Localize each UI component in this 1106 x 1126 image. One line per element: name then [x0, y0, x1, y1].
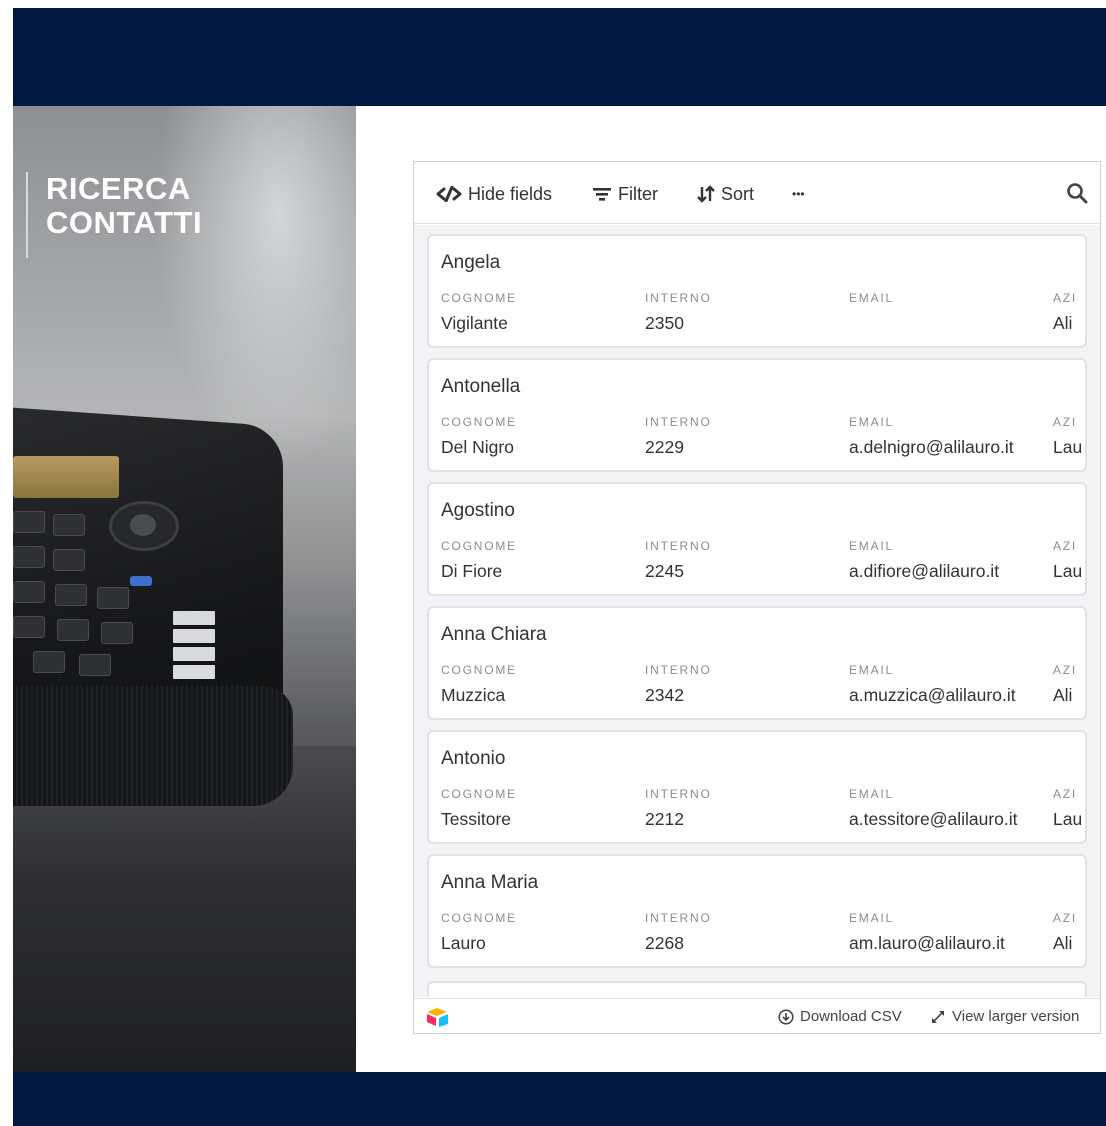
interno-value: 2229	[645, 437, 684, 457]
sort-icon	[697, 185, 715, 203]
contact-name: Antonella	[441, 376, 521, 397]
azienda-label: AZI	[1053, 291, 1078, 305]
search-button[interactable]	[1066, 182, 1088, 209]
more-options-label: •••	[792, 187, 805, 201]
sort-label: Sort	[721, 183, 755, 204]
download-csv-link[interactable]: Download CSV	[778, 1008, 902, 1025]
airtable-logo-icon[interactable]	[426, 1007, 450, 1032]
footer-band	[13, 1072, 1106, 1126]
cognome-value: Lauro	[441, 933, 486, 953]
filter-label: Filter	[618, 183, 658, 204]
azienda-label: AZI	[1053, 787, 1078, 801]
cognome-label: COGNOME	[441, 663, 517, 677]
contacts-embed: Hide fields Filter Sort ••• Angela COGNO…	[413, 161, 1101, 1034]
interno-label: INTERNO	[645, 291, 712, 305]
azienda-label: AZI	[1053, 539, 1078, 553]
azienda-value: Lau	[1053, 809, 1083, 829]
header-band	[13, 8, 1106, 106]
azienda-value: Lau	[1053, 437, 1083, 457]
cognome-value: Di Fiore	[441, 561, 503, 581]
interno-value: 2268	[645, 933, 684, 953]
list-item[interactable]: Agostino COGNOME INTERNO EMAIL AZI Di Fi…	[427, 482, 1087, 596]
filter-icon	[593, 188, 611, 201]
list-item[interactable]: Antonella COGNOME INTERNO EMAIL AZI Del …	[427, 358, 1087, 472]
page-title-line-1: RICERCA	[46, 171, 191, 206]
search-icon	[1067, 183, 1088, 204]
embed-footer: Download CSV View larger version	[414, 998, 1100, 1033]
cognome-value: Tessitore	[441, 809, 512, 829]
interno-value: 2350	[645, 313, 684, 333]
email-value: a.difiore@alilauro.it	[849, 561, 1000, 581]
view-toolbar: Hide fields Filter Sort •••	[414, 162, 1100, 224]
cognome-label: COGNOME	[441, 291, 517, 305]
view-larger-link[interactable]: View larger version	[930, 1008, 1079, 1025]
filter-button[interactable]: Filter	[592, 182, 658, 206]
interno-label: INTERNO	[645, 787, 712, 801]
list-item[interactable]: Anna Chiara COGNOME INTERNO EMAIL AZI Mu…	[427, 606, 1087, 720]
email-value: am.lauro@alilauro.it	[849, 933, 1005, 953]
email-value: a.muzzica@alilauro.it	[849, 685, 1016, 705]
email-label: EMAIL	[849, 415, 895, 429]
hide-fields-label: Hide fields	[468, 183, 553, 204]
interno-label: INTERNO	[645, 663, 712, 677]
azienda-value: Ali	[1053, 685, 1073, 705]
page-title: RICERCA CONTATTI	[26, 172, 202, 258]
cognome-label: COGNOME	[441, 415, 517, 429]
interno-label: INTERNO	[645, 539, 712, 553]
azienda-value: Ali	[1053, 313, 1073, 333]
interno-value: 2342	[645, 685, 684, 705]
interno-label: INTERNO	[645, 415, 712, 429]
contact-name: Anna Maria	[441, 872, 539, 893]
cognome-label: COGNOME	[441, 911, 517, 925]
interno-label: INTERNO	[645, 911, 712, 925]
download-csv-label: Download CSV	[800, 1008, 902, 1025]
hide-fields-button[interactable]: Hide fields	[436, 182, 552, 206]
cognome-label: COGNOME	[441, 539, 517, 553]
download-icon	[778, 1008, 794, 1025]
list-item[interactable]: Anna Maria COGNOME INTERNO EMAIL AZI Lau…	[427, 854, 1087, 968]
contact-name: Angela	[441, 252, 501, 273]
interno-value: 2212	[645, 809, 684, 829]
cognome-value: Vigilante	[441, 313, 508, 333]
azienda-label: AZI	[1053, 415, 1078, 429]
expand-icon	[932, 1010, 944, 1023]
contact-name: Antonio	[441, 748, 506, 769]
contact-name: Anna Chiara	[441, 624, 547, 645]
list-item[interactable]: Antonio COGNOME INTERNO EMAIL AZI Tessit…	[427, 730, 1087, 844]
more-options-button[interactable]: •••	[792, 182, 805, 206]
page-title-line-2: CONTATTI	[46, 205, 203, 240]
cognome-value: Del Nigro	[441, 437, 514, 457]
cognome-label: COGNOME	[441, 787, 517, 801]
email-label: EMAIL	[849, 539, 895, 553]
list-item-partial[interactable]	[427, 981, 1087, 997]
azienda-label: AZI	[1053, 911, 1078, 925]
contact-name: Agostino	[441, 500, 515, 521]
view-larger-label: View larger version	[952, 1008, 1080, 1025]
email-label: EMAIL	[849, 787, 895, 801]
azienda-label: AZI	[1053, 663, 1078, 677]
interno-value: 2245	[645, 561, 684, 581]
list-item[interactable]: Angela COGNOME INTERNO EMAIL AZI Vigilan…	[427, 234, 1087, 348]
sort-button[interactable]: Sort	[697, 182, 754, 206]
email-value: a.delnigro@alilauro.it	[849, 437, 1014, 457]
azienda-value: Ali	[1053, 933, 1073, 953]
email-value: a.tessitore@alilauro.it	[849, 809, 1018, 829]
contacts-list: Angela COGNOME INTERNO EMAIL AZI Vigilan…	[414, 225, 1100, 997]
email-label: EMAIL	[849, 911, 895, 925]
email-label: EMAIL	[849, 663, 895, 677]
cognome-value: Muzzica	[441, 685, 506, 705]
email-label: EMAIL	[849, 291, 895, 305]
azienda-value: Lau	[1053, 561, 1083, 581]
eye-slash-icon	[436, 186, 462, 202]
